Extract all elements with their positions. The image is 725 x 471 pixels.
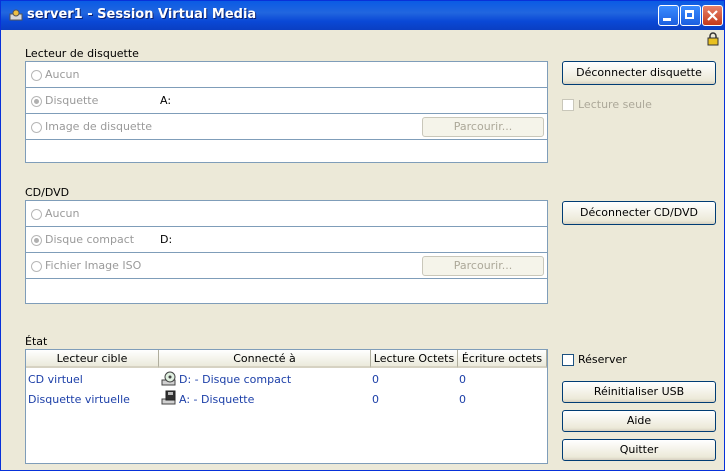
row-write-bytes: 0 [459, 393, 466, 406]
floppy-none-label: Aucun [45, 68, 80, 81]
window-title: server1 - Session Virtual Media [27, 7, 257, 22]
row-write-bytes: 0 [459, 373, 466, 386]
cd-drive-label: Disque compact [45, 233, 135, 246]
readonly-checkbox[interactable] [562, 99, 574, 111]
app-icon [9, 9, 23, 21]
column-header-target[interactable]: Lecteur cible [26, 350, 159, 368]
lock-icon [707, 32, 719, 46]
floppy-image-radio[interactable] [31, 122, 42, 133]
floppy-none-row: Aucun [26, 62, 547, 88]
row-read-bytes: 0 [372, 393, 379, 406]
close-button[interactable] [702, 5, 723, 26]
readonly-label: Lecture seule [578, 98, 652, 111]
row-connected: A: - Disquette [179, 393, 255, 406]
floppy-drive-icon [161, 390, 176, 405]
title-bar[interactable]: server1 - Session Virtual Media [1, 1, 724, 30]
cd-panel: Aucun Disque compact D: Fichier Image IS… [25, 200, 548, 304]
status-table: Lecteur cible Connecté à Lecture Octets … [25, 349, 548, 464]
floppy-drive-label: Disquette [45, 94, 99, 107]
floppy-section-label: Lecteur de disquette [25, 47, 139, 60]
floppy-panel: Aucun Disquette A: Image de disquette Pa… [25, 61, 548, 163]
cd-iso-radio[interactable] [31, 261, 42, 272]
quit-button[interactable]: Quitter [562, 439, 716, 461]
floppy-drive-row: Disquette A: [26, 88, 547, 114]
column-header-read-bytes[interactable]: Lecture Octets [371, 350, 458, 368]
floppy-drive-letter: A: [160, 94, 172, 107]
column-header-connected[interactable]: Connecté à [159, 350, 371, 368]
floppy-image-row: Image de disquette Parcourir... [26, 114, 547, 140]
row-target: CD virtuel [28, 373, 83, 386]
cd-none-radio[interactable] [31, 209, 42, 220]
status-section-label: État [25, 335, 48, 348]
cd-section-label: CD/DVD [25, 186, 70, 199]
help-button[interactable]: Aide [562, 410, 716, 432]
disconnect-floppy-button[interactable]: Déconnecter disquette [562, 61, 716, 85]
cd-browse-button[interactable]: Parcourir... [422, 256, 544, 276]
floppy-none-radio[interactable] [31, 70, 42, 81]
row-read-bytes: 0 [372, 373, 379, 386]
row-target: Disquette virtuelle [28, 393, 130, 406]
disconnect-cd-button[interactable]: Déconnecter CD/DVD [562, 201, 716, 225]
floppy-drive-radio[interactable] [31, 96, 42, 107]
minimize-button[interactable] [658, 5, 679, 26]
cd-drive-icon [161, 371, 176, 386]
cd-iso-label: Fichier Image ISO [45, 259, 142, 272]
row-connected: D: - Disque compact [179, 373, 292, 386]
cd-none-row: Aucun [26, 201, 547, 227]
cd-iso-row: Fichier Image ISO Parcourir... [26, 253, 547, 279]
floppy-browse-button[interactable]: Parcourir... [422, 117, 544, 137]
floppy-image-label: Image de disquette [45, 120, 153, 133]
cd-drive-radio[interactable] [31, 235, 42, 246]
maximize-button[interactable] [680, 5, 701, 26]
virtual-media-window: server1 - Session Virtual Media Lecteur … [0, 0, 725, 471]
cd-drive-letter: D: [160, 233, 173, 246]
reserve-label: Réserver [578, 353, 627, 366]
column-header-write-bytes[interactable]: Écriture octets [458, 350, 547, 368]
cd-drive-row: Disque compact D: [26, 227, 547, 253]
reset-usb-button[interactable]: Réinitialiser USB [562, 381, 716, 403]
cd-none-label: Aucun [45, 207, 80, 220]
reserve-checkbox[interactable] [562, 354, 574, 366]
